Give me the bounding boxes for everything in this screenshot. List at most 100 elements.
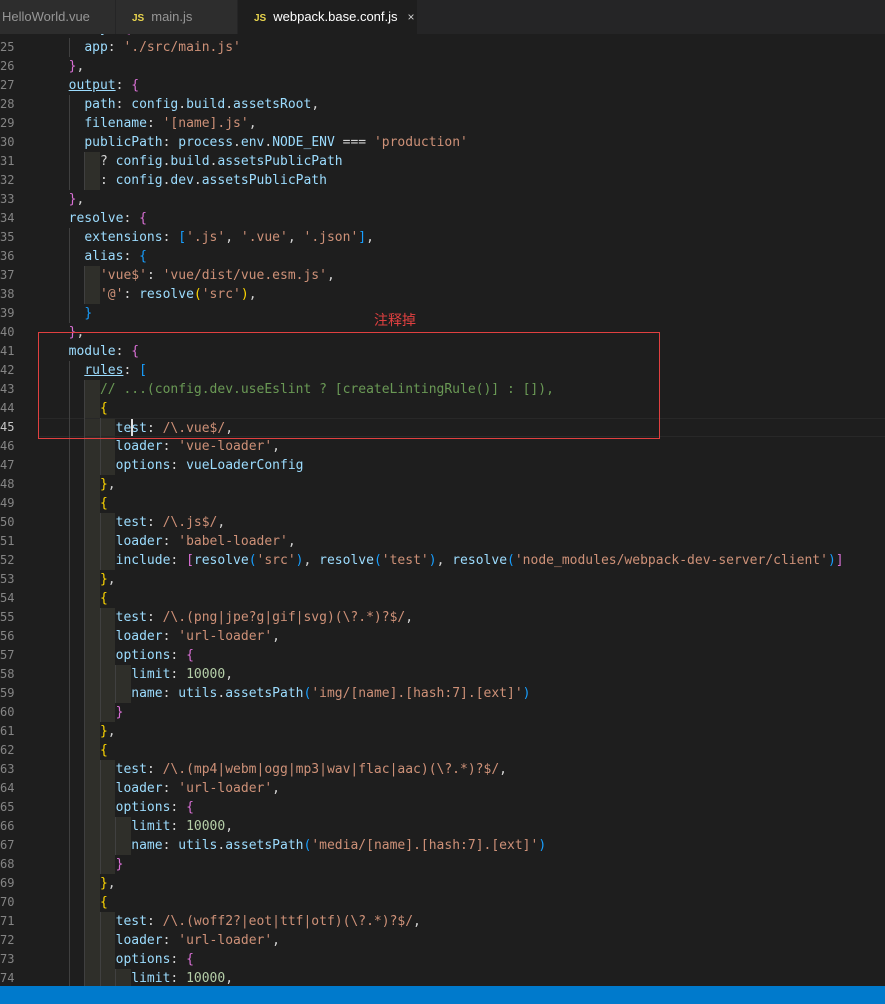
code-line[interactable]: { xyxy=(38,741,885,760)
code-token: : xyxy=(170,553,187,568)
code-line[interactable]: test: /\.(mp4|webm|ogg|mp3|wav|flac|aac)… xyxy=(38,760,885,779)
tab-webpack-base-conf-js[interactable]: JS webpack.base.conf.js × xyxy=(238,0,418,34)
indent-guide xyxy=(99,779,101,798)
tab-helloworld-vue[interactable]: HelloWorld.vue xyxy=(0,0,116,34)
code-line[interactable]: limit: 10000, xyxy=(38,665,885,684)
code-token: ) xyxy=(428,553,437,568)
code-token: } xyxy=(115,857,124,872)
code-line[interactable]: loader: 'babel-loader', xyxy=(38,532,885,551)
close-tab-icon[interactable]: × xyxy=(408,10,415,24)
code-line[interactable]: }, xyxy=(38,57,885,76)
code-token: . xyxy=(178,97,187,112)
indent-guide xyxy=(99,798,101,817)
code-line[interactable]: resolve: { xyxy=(38,209,885,228)
line-number: 49 xyxy=(0,496,15,510)
code-token: , xyxy=(303,553,320,568)
code-line[interactable]: test: /\.(woff2?|eot|ttf|otf)(\?.*)?$/, xyxy=(38,912,885,931)
indent-guide xyxy=(84,969,86,986)
code-line[interactable]: options: { xyxy=(38,646,885,665)
code-token: assetsRoot xyxy=(233,97,312,112)
line-number: 35 xyxy=(0,230,15,244)
code-line[interactable]: : config.dev.assetsPublicPath xyxy=(38,171,885,190)
code-token: test xyxy=(115,914,147,929)
indent-guide xyxy=(84,703,86,722)
line-number: 71 xyxy=(0,914,15,928)
code-line[interactable]: alias: { xyxy=(38,247,885,266)
code-token: : xyxy=(170,648,187,663)
code-line[interactable]: name: utils.assetsPath('media/[name].[ha… xyxy=(38,836,885,855)
code-line[interactable]: loader: 'url-loader', xyxy=(38,779,885,798)
code-line[interactable]: }, xyxy=(38,570,885,589)
line-number: 52 xyxy=(0,553,15,567)
code-line[interactable]: options: { xyxy=(38,950,885,969)
code-editor[interactable]: 2425262728293031323334353637383940414243… xyxy=(0,34,885,986)
code-line[interactable]: filename: '[name].js', xyxy=(38,114,885,133)
code-token: 'url-loader' xyxy=(178,933,273,948)
code-line[interactable]: publicPath: process.env.NODE_ENV === 'pr… xyxy=(38,133,885,152)
code-line[interactable]: '@': resolve('src'), xyxy=(38,285,885,304)
code-token: , xyxy=(76,192,85,207)
code-token: } xyxy=(84,306,93,321)
code-token: ) xyxy=(827,553,836,568)
code-line[interactable]: }, xyxy=(38,874,885,893)
code-line[interactable]: options: vueLoaderConfig xyxy=(38,456,885,475)
code-line[interactable]: limit: 10000, xyxy=(38,969,885,986)
code-token: } xyxy=(99,477,108,492)
code-line[interactable]: 'vue$': 'vue/dist/vue.esm.js', xyxy=(38,266,885,285)
indent-guide xyxy=(68,760,70,779)
code-token: options xyxy=(115,458,171,473)
code-line[interactable]: test: /\.js$/, xyxy=(38,513,885,532)
code-token: , xyxy=(499,762,507,777)
tab-label: main.js xyxy=(151,9,193,24)
code-line[interactable]: output: { xyxy=(38,76,885,95)
indent-guide xyxy=(84,285,86,304)
code-line[interactable]: } xyxy=(38,304,885,323)
tab-bar: HelloWorld.vue JS main.js JS webpack.base.… xyxy=(0,0,885,34)
code-line[interactable]: include: [resolve('src'), resolve('test'… xyxy=(38,551,885,570)
indent-guide xyxy=(84,912,86,931)
code-line[interactable]: app: './src/main.js' xyxy=(38,38,885,57)
code-line[interactable]: extensions: ['.js', '.vue', '.json'], xyxy=(38,228,885,247)
code-line[interactable]: loader: 'url-loader', xyxy=(38,627,885,646)
indent-guide xyxy=(84,817,86,836)
code-line[interactable]: }, xyxy=(38,475,885,494)
line-number: 46 xyxy=(0,439,15,453)
code-line[interactable]: }, xyxy=(38,190,885,209)
code-token: : xyxy=(146,268,163,283)
code-line[interactable]: test: /\.(png|jpe?g|gif|svg)(\?.*)?$/, xyxy=(38,608,885,627)
code-token: '.js' xyxy=(186,230,226,245)
code-line[interactable]: } xyxy=(38,855,885,874)
code-line[interactable]: ? config.build.assetsPublicPath xyxy=(38,152,885,171)
indent-guide xyxy=(84,437,86,456)
code-token: options xyxy=(115,648,171,663)
code-token: , xyxy=(272,439,280,454)
indent-guide xyxy=(99,931,101,950)
js-file-icon: JS xyxy=(254,13,267,24)
code-line[interactable]: { xyxy=(38,893,885,912)
code-line[interactable]: } xyxy=(38,703,885,722)
code-token: : xyxy=(162,629,179,644)
code-line[interactable]: loader: 'url-loader', xyxy=(38,931,885,950)
code-line[interactable]: options: { xyxy=(38,798,885,817)
tab-main-js[interactable]: JS main.js xyxy=(116,0,238,34)
line-number: 69 xyxy=(0,876,15,890)
indent-guide xyxy=(99,456,101,475)
line-number: 55 xyxy=(0,610,15,624)
code-line[interactable]: limit: 10000, xyxy=(38,817,885,836)
code-token: ( xyxy=(373,553,382,568)
code-token: , xyxy=(287,230,304,245)
line-number: 42 xyxy=(0,363,15,377)
code-line[interactable]: { xyxy=(38,589,885,608)
indent-guide xyxy=(115,969,117,986)
code-token: : xyxy=(146,116,163,131)
code-line[interactable]: name: utils.assetsPath('img/[name].[hash… xyxy=(38,684,885,703)
code-line[interactable]: { xyxy=(38,494,885,513)
code-line[interactable]: loader: 'vue-loader', xyxy=(38,437,885,456)
code-token: } xyxy=(99,572,108,587)
code-token: env xyxy=(240,135,265,150)
code-line[interactable]: }, xyxy=(38,722,885,741)
code-line[interactable]: path: config.build.assetsRoot, xyxy=(38,95,885,114)
code-token: 10000 xyxy=(186,819,226,834)
code-token: , xyxy=(76,59,85,74)
code-token: : xyxy=(162,781,179,796)
